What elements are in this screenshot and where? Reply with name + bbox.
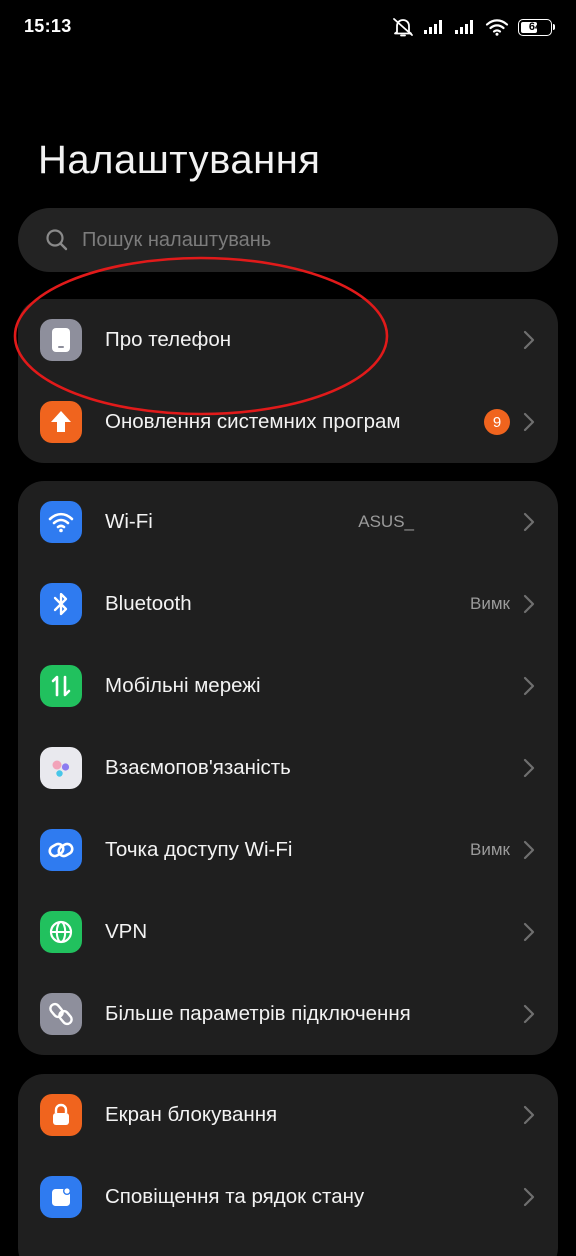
- settings-item-wifi[interactable]: Wi-Fi ASUS_: [18, 481, 558, 563]
- chevron-right-icon: [523, 330, 535, 350]
- chevron-right-icon: [523, 512, 535, 532]
- globe-icon: [40, 911, 82, 953]
- status-time: 15:13: [24, 15, 72, 36]
- battery-icon: 64: [518, 18, 555, 36]
- hotspot-icon: [40, 829, 82, 871]
- settings-item-bluetooth[interactable]: Bluetooth Вимк: [18, 563, 558, 645]
- settings-item-label: Bluetooth: [105, 592, 192, 615]
- settings-item-label: Взаємопов'язаність: [105, 756, 291, 779]
- settings-item-label: Про телефон: [105, 328, 232, 351]
- chevron-right-icon: [523, 1187, 535, 1207]
- link-icon: [40, 993, 82, 1035]
- status-bar: 15:13 64: [0, 0, 576, 54]
- settings-item-notifications[interactable]: Сповіщення та рядок стану: [18, 1156, 558, 1238]
- signal-icon: [424, 20, 442, 34]
- settings-group-device: Про телефон Оновлення системних програм …: [18, 299, 558, 463]
- settings-item-more-connections[interactable]: Більше параметрів підключення: [18, 973, 558, 1055]
- settings-item-vpn[interactable]: VPN: [18, 891, 558, 973]
- settings-item-label: Мобільні мережі: [105, 674, 261, 697]
- mobile-data-icon: [40, 665, 82, 707]
- battery-level: 64: [528, 20, 542, 33]
- chevron-right-icon: [523, 922, 535, 942]
- page-title: Налаштування: [38, 138, 321, 182]
- settings-item-label: VPN: [105, 920, 148, 943]
- settings-item-lock-screen[interactable]: Екран блокування: [18, 1074, 558, 1156]
- wifi-network-name: ASUS_: [358, 512, 414, 531]
- mute-alarm-off-icon: [393, 18, 413, 37]
- settings-item-hotspot[interactable]: Точка доступу Wi-Fi Вимк: [18, 809, 558, 891]
- signal-icon: [455, 20, 473, 34]
- settings-item-label: Екран блокування: [105, 1103, 278, 1126]
- notification-icon: [40, 1176, 82, 1218]
- bluetooth-icon: [40, 583, 82, 625]
- chevron-right-icon: [523, 676, 535, 696]
- phone-icon: [40, 319, 82, 361]
- chevron-right-icon: [523, 1004, 535, 1024]
- search-bar[interactable]: [18, 208, 558, 272]
- chevron-right-icon: [523, 840, 535, 860]
- lock-icon: [40, 1094, 82, 1136]
- bluetooth-status: Вимк: [470, 594, 510, 613]
- chevron-right-icon: [523, 758, 535, 778]
- wifi-icon: [40, 501, 82, 543]
- chevron-right-icon: [523, 412, 535, 432]
- settings-item-connectivity[interactable]: Взаємопов'язаність: [18, 727, 558, 809]
- arrow-up-icon: [40, 401, 82, 443]
- hotspot-status: Вимк: [470, 840, 510, 859]
- settings-item-label: Більше параметрів підключення: [105, 1002, 411, 1025]
- settings-item-label: Оновлення системних програм: [105, 410, 401, 433]
- status-icons: 64: [392, 17, 555, 37]
- wifi-icon: [485, 19, 509, 36]
- connectivity-icon: [40, 747, 82, 789]
- search-input[interactable]: [82, 228, 482, 252]
- settings-item-about-phone[interactable]: Про телефон: [18, 299, 558, 381]
- settings-item-label: Сповіщення та рядок стану: [105, 1185, 365, 1208]
- chevron-right-icon: [523, 1105, 535, 1125]
- settings-item-mobile-networks[interactable]: Мобільні мережі: [18, 645, 558, 727]
- settings-screen: 15:13 64 Налаштування Пошук налаштувань …: [0, 0, 576, 1256]
- settings-group-personalization: Екран блокування Сповіщення та рядок ста…: [18, 1074, 558, 1256]
- update-count-badge: 9: [484, 409, 510, 435]
- settings-item-system-apps-update[interactable]: Оновлення системних програм 9: [18, 381, 558, 463]
- settings-group-connections: Wi-Fi ASUS_ Bluetooth Вимк Мобільні мере…: [18, 481, 558, 1055]
- search-icon: [46, 229, 68, 251]
- settings-item-label: Wi-Fi: [105, 510, 153, 533]
- settings-item-label: Точка доступу Wi-Fi: [105, 838, 293, 861]
- chevron-right-icon: [523, 594, 535, 614]
